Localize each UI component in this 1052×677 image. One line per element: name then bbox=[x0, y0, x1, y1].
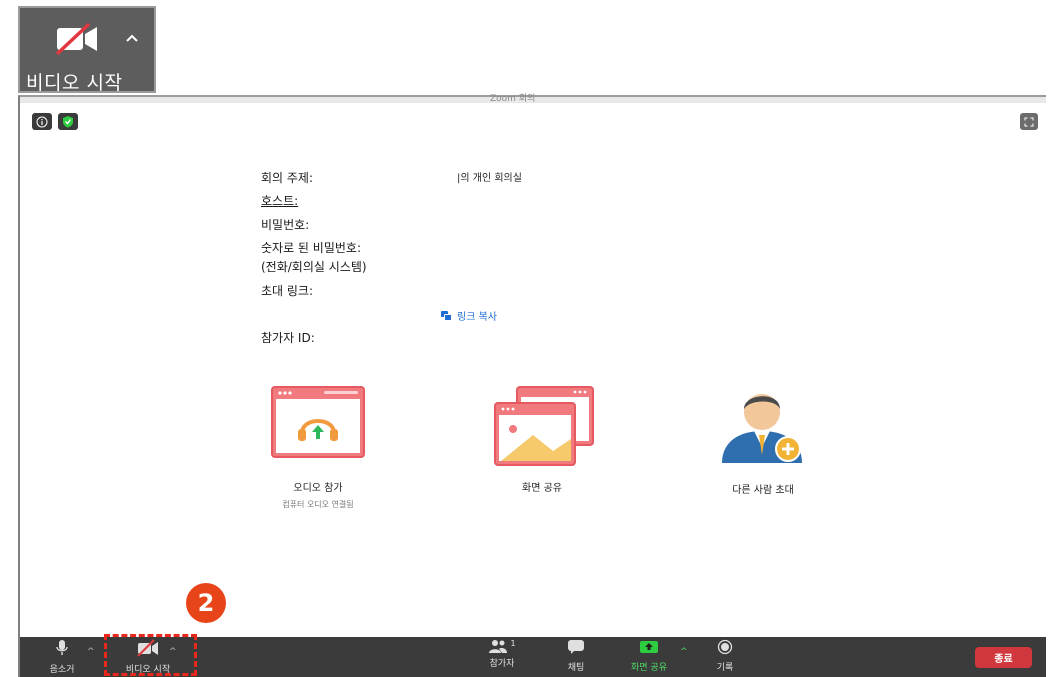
zoom-meeting-window: Zoom 회의 회의 주제: 호스트: 비밀번호: 숫자로 된 비밀번호: (전… bbox=[18, 94, 1046, 677]
chat-label: 채팅 bbox=[567, 663, 585, 673]
add-user-icon bbox=[722, 394, 802, 463]
numeric-password-sub: (전화/회의실 시스템) bbox=[261, 260, 367, 274]
copy-icon bbox=[441, 310, 452, 321]
chat-icon bbox=[568, 640, 584, 654]
participants-count: 1 bbox=[510, 639, 516, 648]
mute-label: 음소거 bbox=[49, 665, 75, 675]
share-screen-label: 화면 공유 bbox=[631, 663, 667, 673]
participant-id-label: 참가자 ID: bbox=[261, 331, 315, 345]
join-audio-sub: 컴퓨터 오디오 연결됨 bbox=[282, 500, 354, 509]
video-off-icon bbox=[55, 22, 99, 56]
invite-others-tile[interactable]: 다른 사람 초대 bbox=[703, 385, 823, 496]
share-options-caret[interactable]: ^ bbox=[680, 647, 688, 657]
fullscreen-button[interactable] bbox=[1020, 113, 1038, 130]
record-icon bbox=[717, 639, 733, 655]
end-meeting-button[interactable]: 종료 bbox=[975, 647, 1032, 668]
host-label: 호스트: bbox=[261, 194, 299, 208]
invite-others-title: 다른 사람 초대 bbox=[732, 485, 794, 496]
meeting-info-button[interactable] bbox=[32, 113, 52, 130]
microphone-icon bbox=[56, 640, 68, 655]
share-screen-button[interactable]: 화면 공유 bbox=[624, 639, 674, 673]
participants-label: 참가자 bbox=[489, 659, 515, 669]
chat-button[interactable]: 채팅 bbox=[560, 639, 592, 673]
step-number-badge: 2 bbox=[186, 583, 226, 623]
join-audio-tile[interactable]: 오디오 참가 컴퓨터 오디오 연결됨 bbox=[258, 385, 378, 510]
record-label: 기록 bbox=[716, 663, 734, 673]
callout-label: 비디오 시작 bbox=[26, 72, 123, 94]
share-screen-icon bbox=[494, 386, 594, 466]
security-button[interactable] bbox=[58, 113, 78, 130]
record-button[interactable]: 기록 bbox=[708, 639, 742, 673]
chevron-up-icon bbox=[124, 30, 140, 46]
invite-link-label: 초대 링크: bbox=[261, 284, 314, 298]
shield-icon bbox=[63, 116, 73, 128]
headphones-icon bbox=[271, 386, 365, 458]
audio-options-caret[interactable]: ^ bbox=[87, 647, 95, 657]
window-title: Zoom 회의 bbox=[490, 94, 536, 104]
copy-link-button[interactable]: 링크 복사 bbox=[441, 308, 497, 323]
info-icon bbox=[36, 116, 48, 127]
share-screen-title: 화면 공유 bbox=[522, 483, 562, 494]
fullscreen-icon bbox=[1024, 117, 1034, 126]
participants-icon bbox=[489, 640, 508, 653]
participants-button[interactable]: 1 참가자 bbox=[480, 639, 524, 669]
share-screen-tile[interactable]: 화면 공유 bbox=[482, 385, 602, 494]
mute-button[interactable]: 음소거 bbox=[42, 639, 82, 675]
join-audio-title: 오디오 참가 bbox=[293, 483, 343, 494]
topic-value: |의 개인 회의실 bbox=[457, 173, 522, 184]
numeric-password-label: 숫자로 된 비밀번호: bbox=[261, 241, 361, 255]
topic-label: 회의 주제: bbox=[261, 171, 314, 185]
video-start-callout: 비디오 시작 bbox=[18, 6, 156, 94]
password-label: 비밀번호: bbox=[261, 218, 310, 232]
video-button-highlight bbox=[104, 634, 197, 676]
copy-link-label: 링크 복사 bbox=[457, 312, 497, 323]
share-arrow-icon bbox=[640, 641, 658, 653]
